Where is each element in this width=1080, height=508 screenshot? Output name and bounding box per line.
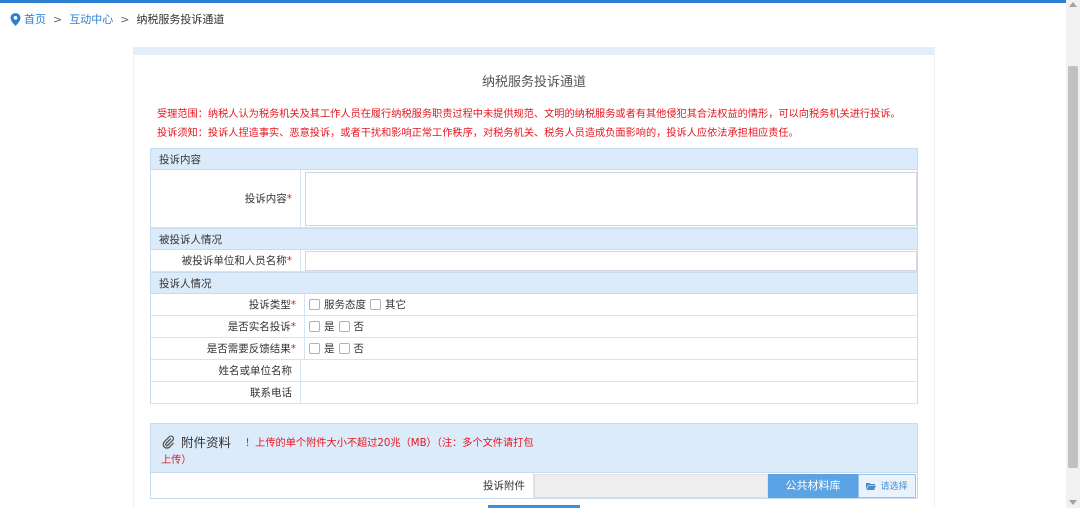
target-name-input[interactable] bbox=[305, 250, 917, 271]
checkbox[interactable] bbox=[309, 343, 320, 354]
breadcrumb-separator: > bbox=[120, 12, 130, 26]
attachment-file-field[interactable] bbox=[534, 473, 768, 498]
scrollbar-thumb[interactable] bbox=[1068, 66, 1078, 468]
realname-no-option[interactable]: 否 bbox=[338, 319, 364, 334]
attachment-size-note: ！上传的单个附件大小不超过20兆（MB）（注：多个文件请打包 bbox=[245, 438, 534, 449]
breadcrumb: 首页 > 互动中心 > 纳税服务投诉通道 bbox=[10, 11, 224, 27]
realname-label: 是否实名投诉 * bbox=[151, 316, 305, 337]
type-option-other[interactable]: 其它 bbox=[370, 297, 406, 312]
type-option-service-attitude[interactable]: 服务态度 bbox=[309, 297, 366, 312]
attachment-file-label: 投诉附件 bbox=[151, 472, 534, 499]
phone-label: 联系电话 bbox=[151, 382, 301, 403]
row-complaint-content: 投诉内容 * bbox=[151, 170, 917, 228]
complaint-type-label: 投诉类型 * bbox=[151, 294, 305, 315]
complaint-panel: 纳税服务投诉通道 受理范围：纳税人认为税务机关及其工作人员在履行纳税服务职责过程… bbox=[133, 47, 935, 508]
feedback-label: 是否需要反馈结果 * bbox=[151, 338, 305, 359]
choose-file-label: 请选择 bbox=[880, 482, 908, 492]
row-target-name: 被投诉单位和人员名称 * bbox=[151, 250, 917, 272]
checkbox[interactable] bbox=[338, 321, 350, 332]
complaint-content-textarea[interactable] bbox=[305, 171, 917, 226]
vertical-scrollbar[interactable] bbox=[1066, 0, 1080, 508]
scroll-up-arrow-icon[interactable] bbox=[1069, 2, 1077, 7]
name-input[interactable] bbox=[305, 361, 917, 381]
breadcrumb-current: 纳税服务投诉通道 bbox=[136, 13, 225, 26]
required-mark: * bbox=[286, 254, 292, 267]
row-name: 姓名或单位名称 bbox=[151, 360, 917, 382]
attachment-row: 投诉附件 公共材料库 请选择 bbox=[151, 472, 917, 499]
realname-yes-option[interactable]: 是 bbox=[309, 319, 335, 334]
phone-input[interactable] bbox=[305, 383, 917, 403]
attachments-title: 附件资料 bbox=[181, 435, 232, 450]
row-feedback: 是否需要反馈结果 * 是 否 bbox=[151, 338, 917, 360]
feedback-yes-option[interactable]: 是 bbox=[309, 341, 335, 356]
complaint-form: 投诉内容 投诉内容 * 被投诉人情况 被投诉单位和人员名称 * 投诉人情况 投诉类型… bbox=[150, 148, 918, 404]
row-complaint-type: 投诉类型 * 服务态度 其它 bbox=[151, 294, 917, 316]
page-title: 纳税服务投诉通道 bbox=[481, 75, 586, 90]
checkbox[interactable] bbox=[309, 321, 320, 332]
required-mark: * bbox=[286, 192, 292, 205]
complaint-content-label: 投诉内容 * bbox=[151, 170, 301, 227]
scroll-down-arrow-icon[interactable] bbox=[1069, 500, 1077, 505]
notice-scope: 受理范围：纳税人认为税务机关及其工作人员在履行纳税服务职责过程中未提供规范、文明… bbox=[157, 109, 901, 120]
attachments-header: 附件资料 bbox=[161, 432, 231, 451]
section-header-target: 被投诉人情况 bbox=[151, 228, 917, 250]
checkbox[interactable] bbox=[309, 299, 320, 310]
required-mark: * bbox=[290, 320, 296, 333]
attachments-section: 附件资料 ！上传的单个附件大小不超过20兆（MB）（注：多个文件请打包 上传） … bbox=[150, 423, 918, 499]
public-materials-library-button[interactable]: 公共材料库 bbox=[768, 473, 858, 498]
location-pin-icon bbox=[10, 12, 21, 26]
checkbox[interactable] bbox=[338, 343, 350, 354]
row-phone: 联系电话 bbox=[151, 382, 917, 404]
folder-open-icon bbox=[866, 482, 877, 490]
section-header-content: 投诉内容 bbox=[151, 148, 917, 170]
breadcrumb-separator: > bbox=[53, 12, 63, 26]
notice-warning: 投诉须知：投诉人捏造事实、恶意投诉，或者干扰和影响正常工作秩序，对税务机关、税务… bbox=[157, 128, 799, 139]
checkbox[interactable] bbox=[370, 299, 381, 310]
target-name-label: 被投诉单位和人员名称 * bbox=[151, 250, 301, 271]
top-accent-bar bbox=[0, 0, 1080, 3]
section-header-complainant: 投诉人情况 bbox=[151, 272, 917, 294]
paperclip-icon bbox=[162, 435, 175, 449]
required-mark: * bbox=[290, 298, 296, 311]
breadcrumb-section-link[interactable]: 互动中心 bbox=[69, 11, 113, 27]
name-label: 姓名或单位名称 bbox=[151, 360, 301, 381]
attachment-size-note-continued: 上传） bbox=[161, 455, 192, 466]
required-mark: * bbox=[290, 342, 296, 355]
feedback-no-option[interactable]: 否 bbox=[338, 341, 364, 356]
choose-file-button[interactable]: 请选择 bbox=[858, 473, 916, 498]
breadcrumb-home-link[interactable]: 首页 bbox=[24, 11, 46, 27]
row-realname: 是否实名投诉 * 是 否 bbox=[151, 316, 917, 338]
